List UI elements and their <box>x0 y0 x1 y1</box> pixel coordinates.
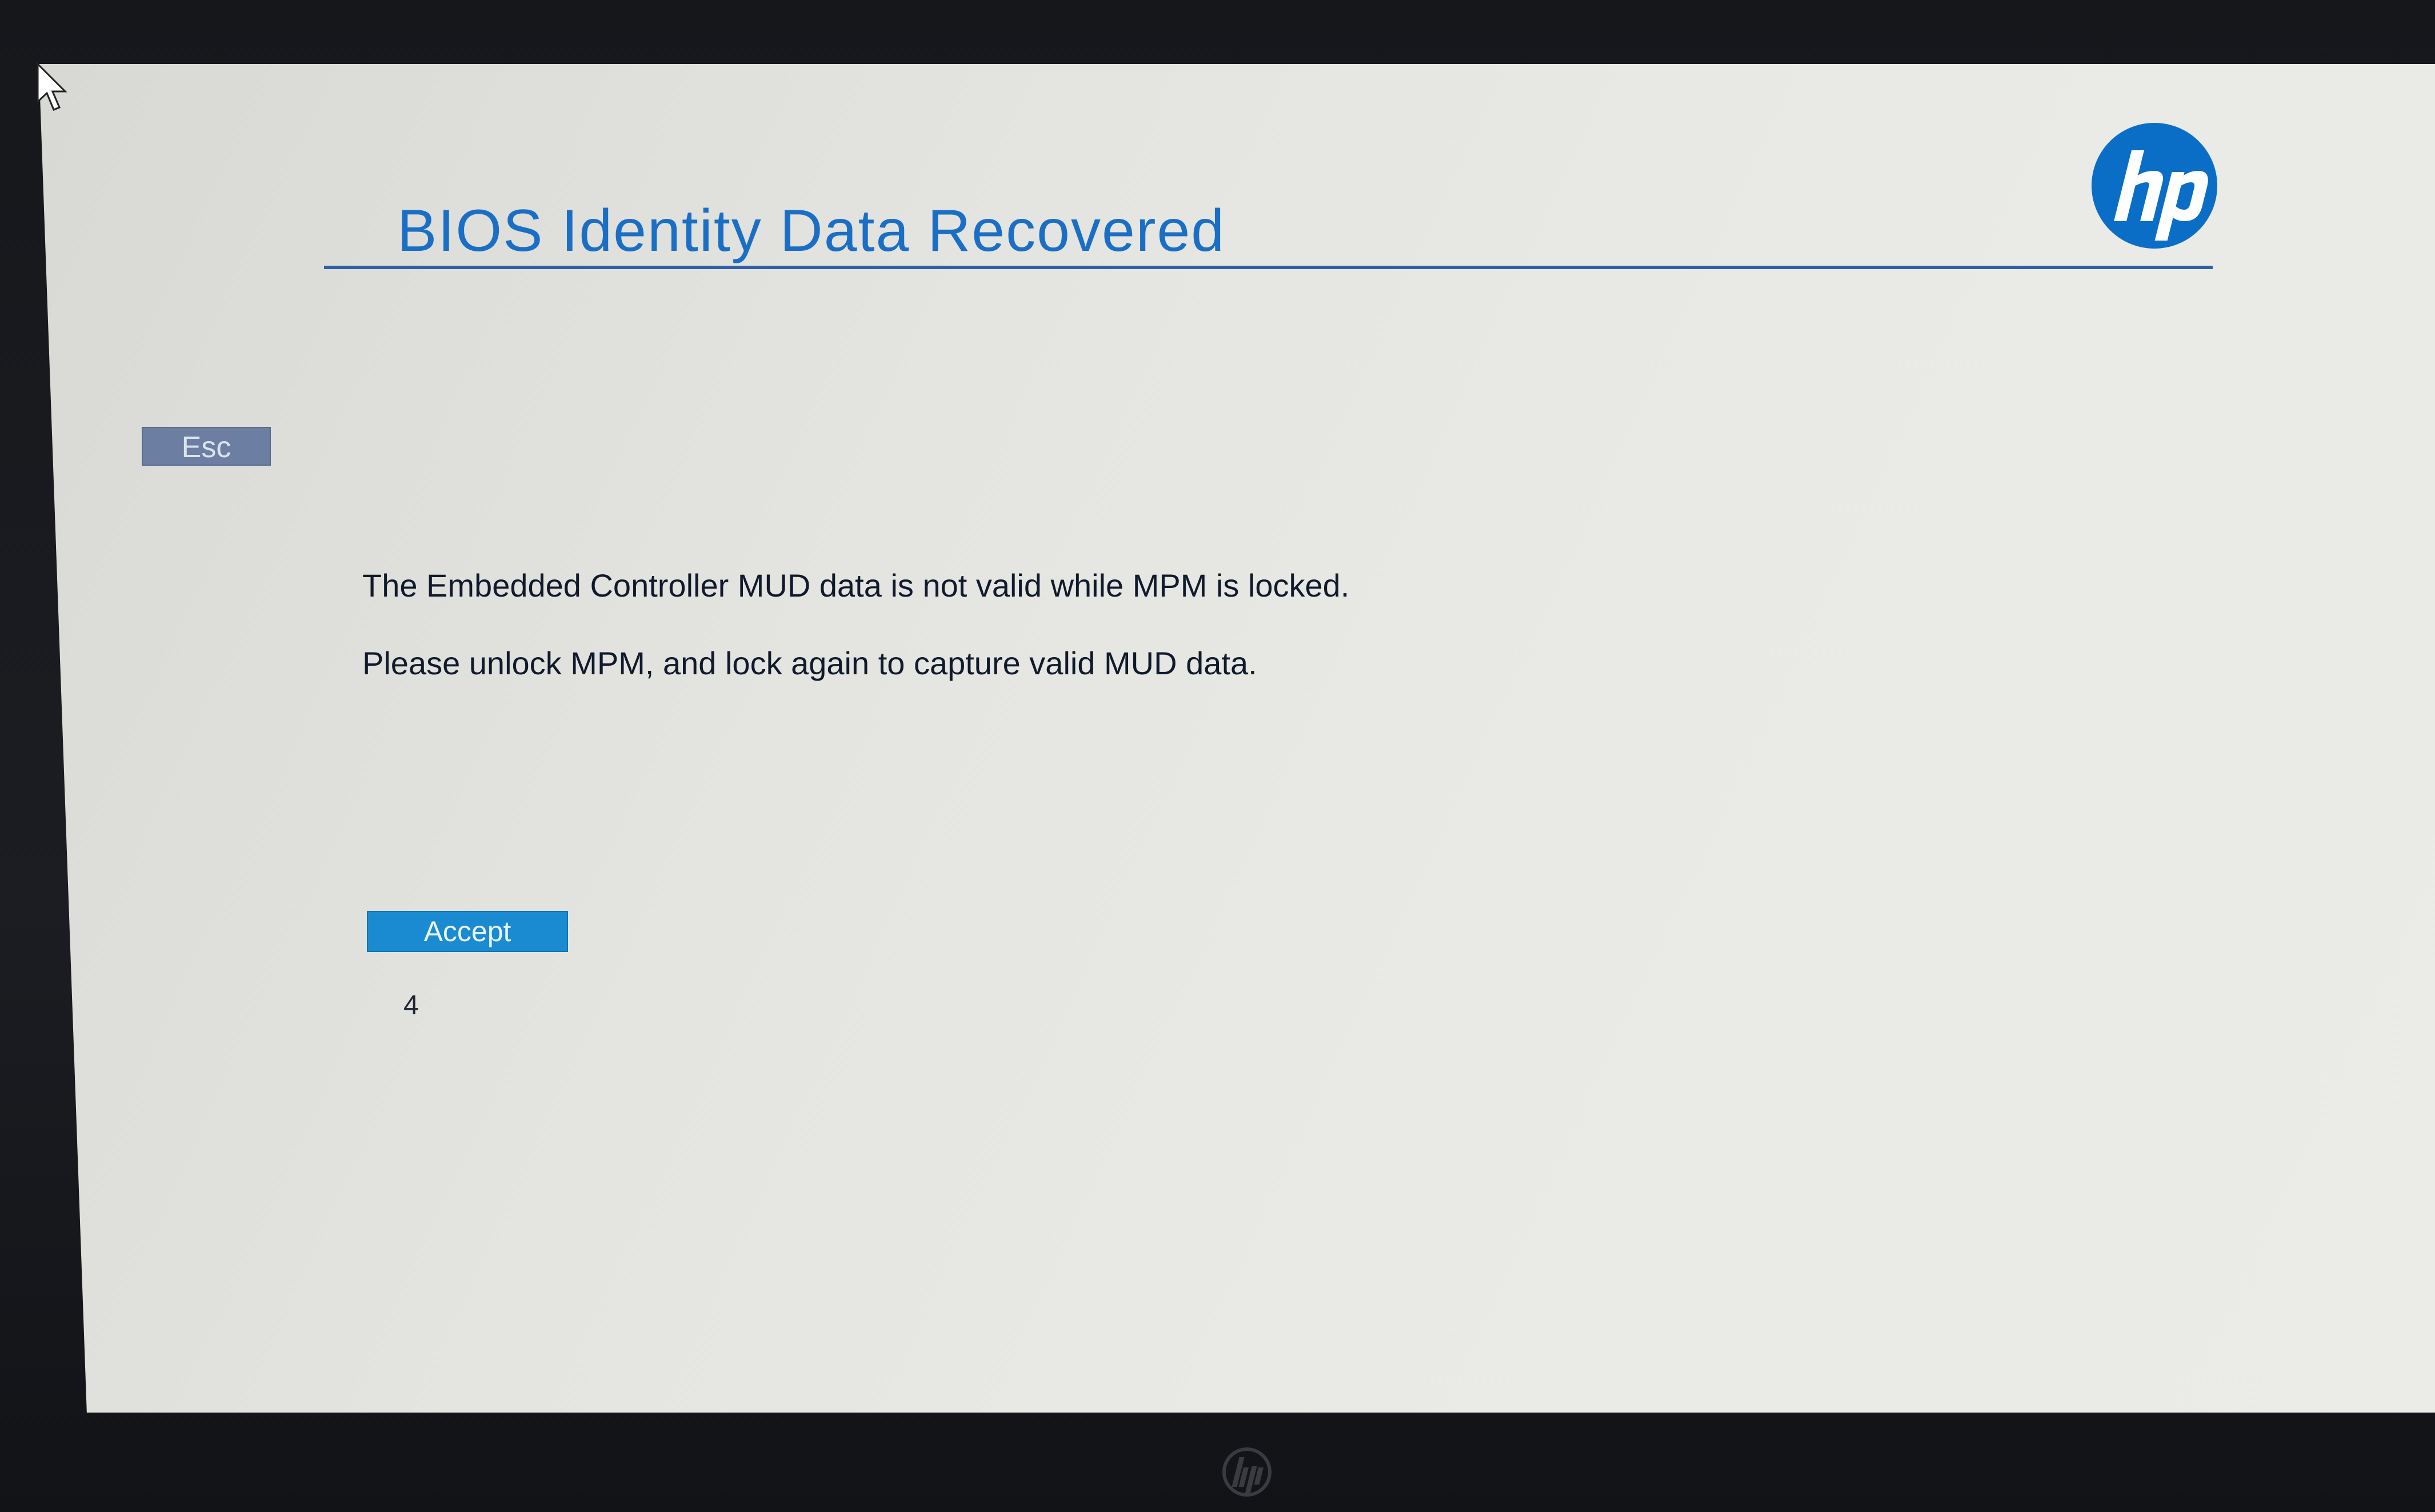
mouse-pointer-icon <box>37 62 67 111</box>
title-divider <box>324 266 2213 269</box>
page-title: BIOS Identity Data Recovered <box>397 198 1226 264</box>
message-line-2: Please unlock MPM, and lock again to cap… <box>362 645 1257 681</box>
accept-button[interactable]: Accept <box>367 911 568 952</box>
hp-logo-icon <box>2092 123 2217 249</box>
hp-bezel-logo-icon <box>1222 1447 1272 1497</box>
esc-button[interactable]: Esc <box>142 427 271 466</box>
countdown-timer: 4 <box>403 990 419 1021</box>
message-line-1: The Embedded Controller MUD data is not … <box>362 567 1350 603</box>
